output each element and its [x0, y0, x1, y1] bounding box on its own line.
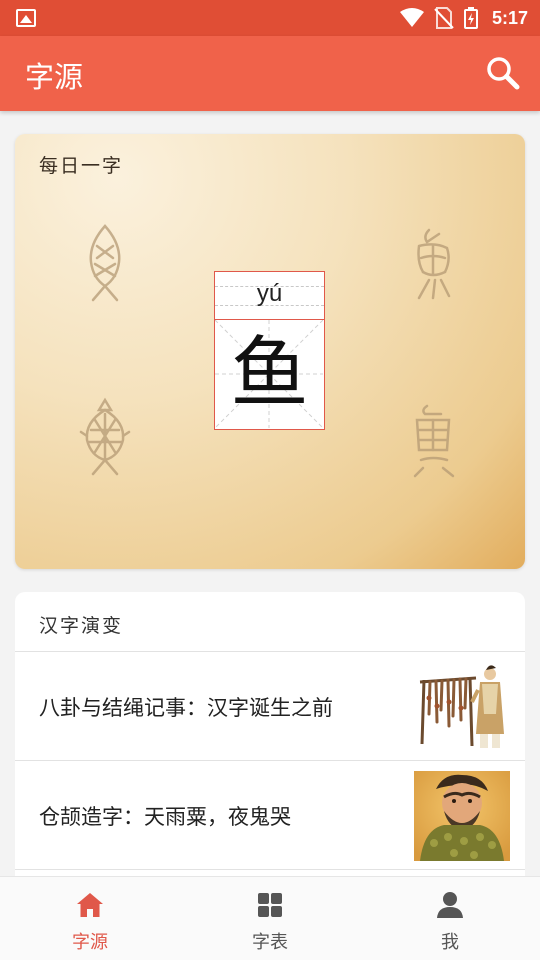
status-bar: 5:17: [0, 0, 540, 36]
search-icon: [487, 57, 520, 90]
character-grid: yú 鱼: [214, 271, 325, 430]
nav-item-char-table[interactable]: 字表: [180, 877, 360, 960]
divider: [15, 869, 525, 870]
oracle-fish-glyph-bottom-left: [79, 397, 131, 476]
article-title: 仓颉造字：天雨粟，夜鬼哭: [39, 805, 291, 829]
daily-character: 鱼: [230, 329, 309, 419]
clock: 5:17: [491, 7, 528, 28]
daily-label: 每日一字: [39, 155, 124, 177]
cangjie-portrait-thumbnail: [414, 771, 510, 861]
seal-fish-glyph-bottom-right: [413, 404, 455, 478]
image-notification-icon: [16, 9, 36, 27]
nav-label: 我: [441, 932, 459, 953]
evolution-section: 汉字演变 八卦与结绳记事：汉字诞生之前 仓颉造字：天雨粟，夜鬼哭: [15, 592, 525, 882]
wifi-icon: [399, 8, 424, 27]
section-title: 汉字演变: [39, 615, 124, 637]
hanzi-box: 鱼: [214, 319, 325, 430]
page-title: 字源: [25, 60, 84, 94]
no-sim-icon: [434, 7, 454, 29]
person-icon: [437, 892, 463, 918]
oracle-fish-glyph-top-left: [89, 224, 121, 302]
article-item-bagua[interactable]: 八卦与结绳记事：汉字诞生之前: [15, 652, 525, 760]
article-item-cangjie[interactable]: 仓颉造字：天雨粟，夜鬼哭: [15, 761, 525, 869]
search-button[interactable]: [484, 54, 522, 92]
article-title: 八卦与结绳记事：汉字诞生之前: [39, 696, 333, 720]
nav-label: 字表: [252, 932, 288, 953]
knot-records-thumbnail: [414, 662, 510, 752]
seal-fish-glyph-top-right: [417, 228, 451, 300]
battery-charging-icon: [463, 7, 478, 29]
nav-label: 字源: [72, 932, 108, 953]
nav-item-home[interactable]: 字源: [0, 877, 180, 960]
pinyin-box: yú: [214, 271, 325, 320]
daily-character-card[interactable]: 每日一字 yú 鱼: [15, 134, 525, 569]
nav-item-me[interactable]: 我: [360, 877, 540, 960]
pinyin: yú: [256, 280, 283, 307]
home-icon: [77, 893, 103, 917]
app-bar: 字源: [0, 36, 540, 111]
grid-icon: [258, 893, 282, 917]
bottom-navigation: 字源 字表 我: [0, 876, 540, 960]
status-icons: 5:17: [399, 6, 528, 30]
